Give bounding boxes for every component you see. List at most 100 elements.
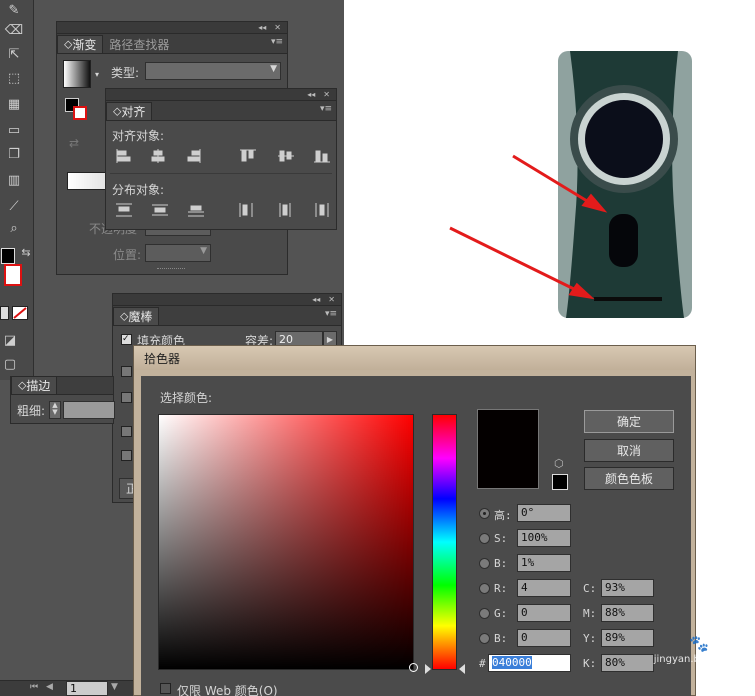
checkbox[interactable] xyxy=(121,450,132,461)
radio-red[interactable] xyxy=(479,583,490,594)
tab-gradient[interactable]: ⬦ 渐变 xyxy=(57,35,104,53)
chevron-down-icon[interactable]: ▾ xyxy=(95,70,99,79)
stroke-swatch-small[interactable] xyxy=(73,106,87,120)
checkbox[interactable] xyxy=(121,366,132,377)
distribute-left-icon[interactable] xyxy=(239,203,253,217)
red-field[interactable]: 4 xyxy=(517,579,571,597)
pencil-icon[interactable]: ✎ xyxy=(4,0,24,20)
type-select[interactable]: ▼ xyxy=(145,62,281,80)
fill-color-checkbox[interactable]: ✓ xyxy=(121,334,132,345)
collapse-icon[interactable]: ◂◂ xyxy=(258,23,266,32)
gradient-preview[interactable] xyxy=(63,60,91,88)
shape-builder-icon[interactable]: ▦ xyxy=(4,94,24,114)
hue-field[interactable]: 0° xyxy=(517,504,571,522)
resize-grip[interactable] xyxy=(157,268,185,272)
watermark-brand: 经验 xyxy=(713,634,746,653)
color-field[interactable] xyxy=(158,414,414,670)
saturation-field[interactable]: 100% xyxy=(517,529,571,547)
panel-menu-icon[interactable]: ▾≡ xyxy=(320,104,332,114)
align-right-icon[interactable] xyxy=(187,149,201,163)
align-hcenter-icon[interactable] xyxy=(151,149,165,163)
position-field[interactable]: ▼ xyxy=(145,244,211,262)
close-icon[interactable]: ✕ xyxy=(323,90,330,99)
close-icon[interactable]: ✕ xyxy=(328,295,335,304)
distribute-vcenter-icon[interactable] xyxy=(152,204,168,216)
tools-panel: ✎ ⌫ ⇱ ⬚ ▦ ▭ ❐ ▥ ⟋ ⌕ ⇆ ◪ ▢ xyxy=(0,0,34,380)
color-mode-button[interactable] xyxy=(0,306,9,320)
panel-menu-icon[interactable]: ▾≡ xyxy=(325,309,337,319)
eraser-icon[interactable]: ⌫ xyxy=(4,20,24,40)
panel-menu-icon[interactable]: ▾≡ xyxy=(271,37,283,47)
collapse-icon[interactable]: ◂◂ xyxy=(307,90,315,99)
cancel-button[interactable]: 取消 xyxy=(584,439,674,462)
brightness-field[interactable]: 1% xyxy=(517,554,571,572)
reverse-gradient-icon[interactable]: ⇄ xyxy=(69,136,79,150)
cube-icon[interactable]: ⬡ xyxy=(554,457,564,470)
draw-mode-icon[interactable]: ◪ xyxy=(0,330,20,350)
green-field[interactable]: 0 xyxy=(517,604,571,622)
scale-icon[interactable]: ⇱ xyxy=(4,44,24,64)
web-only-checkbox[interactable] xyxy=(160,683,171,694)
distribute-hcenter-icon[interactable] xyxy=(279,203,291,217)
distribute-top-icon[interactable] xyxy=(116,203,132,217)
distribute-bottom-icon[interactable] xyxy=(188,205,204,217)
blue-label: B: xyxy=(494,632,508,645)
radio-brightness[interactable] xyxy=(479,558,490,569)
red-label: R: xyxy=(494,582,508,595)
hex-label: # xyxy=(479,657,486,670)
gradient-tool-icon[interactable]: ▭ xyxy=(4,120,24,140)
stroke-swatch[interactable] xyxy=(4,264,22,286)
magenta-field[interactable]: 88% xyxy=(601,604,654,622)
radio-green[interactable] xyxy=(479,608,490,619)
first-page-icon[interactable]: ⏮ xyxy=(30,682,38,692)
tab-magic-wand[interactable]: ⬦ 魔棒 xyxy=(113,307,160,325)
cyan-label: C: xyxy=(583,582,597,595)
swap-colors-icon[interactable]: ⇆ xyxy=(16,242,36,262)
none-mode-icon[interactable] xyxy=(12,306,28,320)
radio-saturation[interactable] xyxy=(479,533,490,544)
free-transform-icon[interactable]: ⬚ xyxy=(4,68,24,88)
page-dropdown-icon[interactable]: ▼ xyxy=(111,682,118,692)
tab-stroke[interactable]: ⬦ 描边 xyxy=(11,376,58,394)
stepper-icon[interactable]: ▲ ▼ xyxy=(49,401,61,419)
hue-pointer-right-icon[interactable] xyxy=(459,664,465,674)
color-marker[interactable] xyxy=(409,663,418,672)
align-vcenter-icon[interactable] xyxy=(278,150,294,162)
align-buttons xyxy=(116,149,330,163)
blend-icon[interactable]: ❐ xyxy=(4,144,24,164)
graph-icon[interactable]: ▥ xyxy=(4,170,24,190)
watermark: 🐾 经验 jingyan.baidu.com xyxy=(636,630,746,670)
yellow-label: Y: xyxy=(583,632,597,645)
align-bottom-icon[interactable] xyxy=(314,150,330,163)
tab-align[interactable]: ⬦ 对齐 xyxy=(106,102,153,120)
ok-button[interactable]: 确定 xyxy=(584,410,674,433)
prev-page-icon[interactable]: ◀ xyxy=(46,682,53,692)
distribute-right-icon[interactable] xyxy=(315,203,329,217)
checkbox[interactable] xyxy=(121,392,132,403)
hue-pointer-left-icon[interactable] xyxy=(425,664,431,674)
color-swatches-button[interactable]: 颜色色板 xyxy=(584,467,674,490)
align-top-icon[interactable] xyxy=(240,149,256,162)
distribute-objects-label: 分布对象: xyxy=(112,183,165,197)
hue-slider[interactable] xyxy=(432,414,457,670)
close-icon[interactable]: ✕ xyxy=(274,23,281,32)
nearest-color-swatch[interactable] xyxy=(552,474,568,490)
screen-mode-icon[interactable]: ▢ xyxy=(0,354,20,374)
tab-pathfinder[interactable]: 路径查找器 xyxy=(103,35,175,53)
zoom-icon[interactable]: ⌕ xyxy=(4,218,24,238)
fill-swatch[interactable] xyxy=(1,248,15,264)
radio-blue[interactable] xyxy=(479,633,490,644)
brightness-label: B: xyxy=(494,557,508,570)
page-field[interactable]: 1 xyxy=(66,681,108,696)
slice-icon[interactable]: ⟋ xyxy=(4,196,24,216)
blue-field[interactable]: 0 xyxy=(517,629,571,647)
collapse-icon[interactable]: ◂◂ xyxy=(312,295,320,304)
panel-topbar: ◂◂ ✕ xyxy=(57,22,287,34)
checkbox[interactable] xyxy=(121,426,132,437)
align-left-icon[interactable] xyxy=(116,149,131,163)
watermark-url: jingyan.baidu.com xyxy=(653,654,746,665)
cyan-field[interactable]: 93% xyxy=(601,579,654,597)
radio-hue[interactable] xyxy=(479,508,490,519)
hex-field[interactable]: 040000 xyxy=(488,654,571,672)
stroke-weight-field[interactable] xyxy=(63,401,115,419)
